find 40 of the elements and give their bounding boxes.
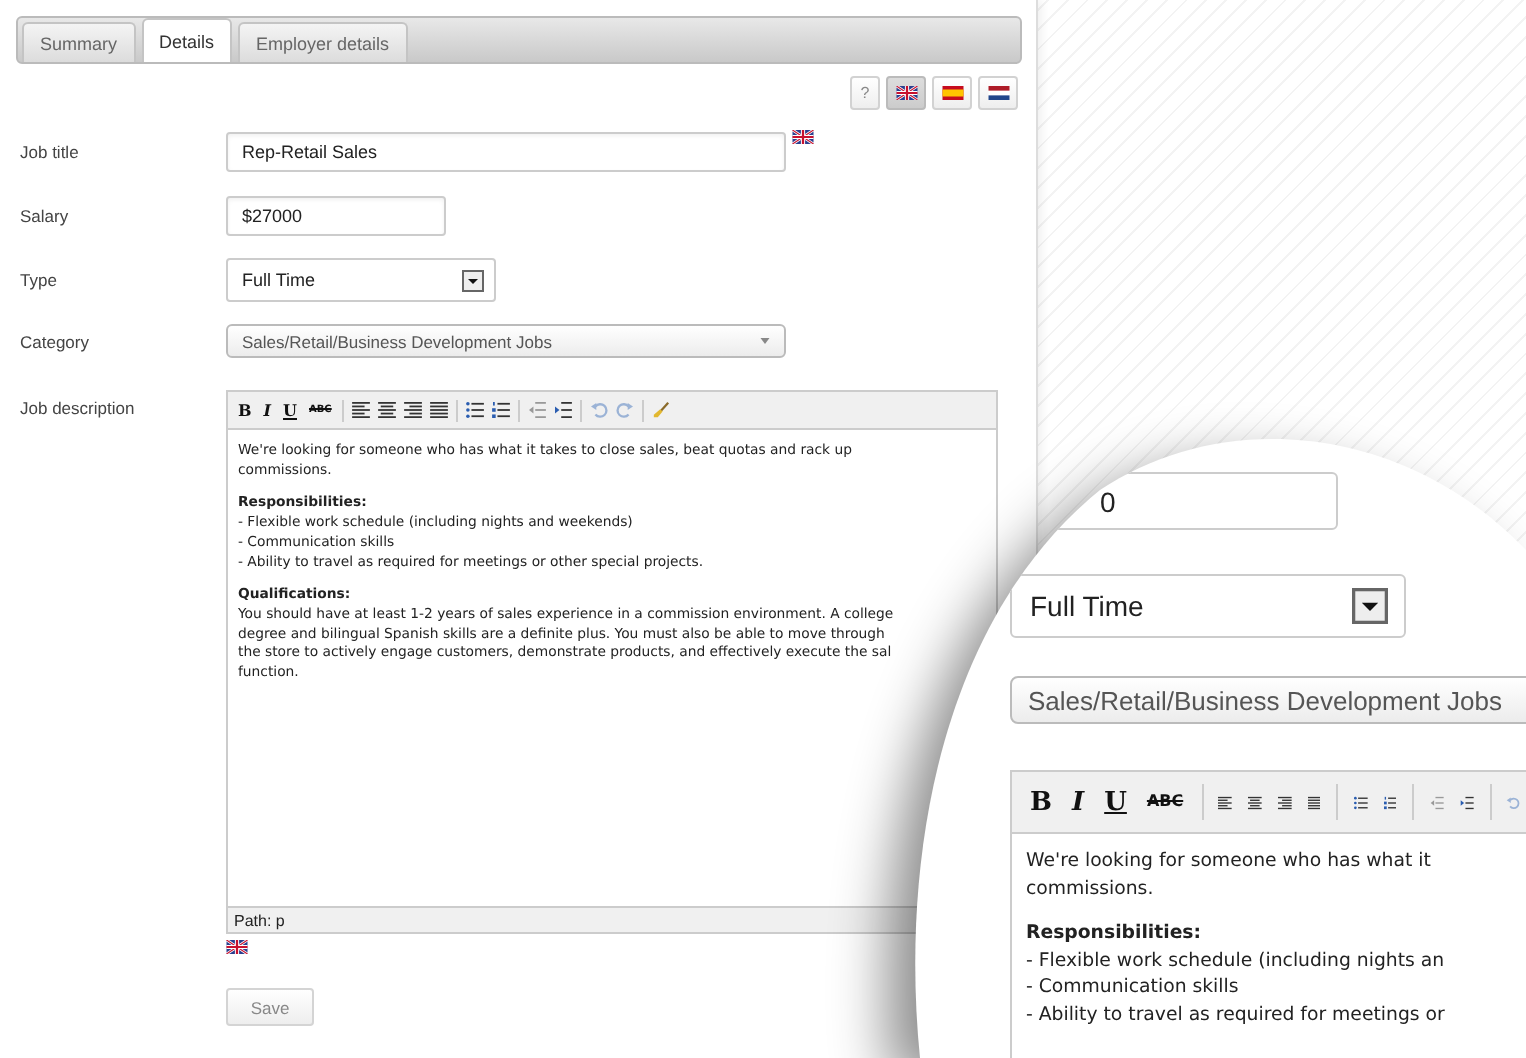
description-text: - Flexible work schedule (including nights an - Communication skills - Ability to travel as required for meetings or	[1026, 947, 1447, 1028]
language-button[interactable]	[886, 76, 926, 110]
numbered-list-icon[interactable]	[491, 402, 510, 418]
select-field[interactable]: Full Time	[226, 258, 496, 302]
uk-flag-icon	[895, 86, 917, 100]
section-heading: Responsibilities:	[1026, 920, 1204, 947]
field-label: Type	[20, 270, 59, 290]
align-center-icon[interactable]	[377, 402, 396, 418]
justify-icon[interactable]	[429, 402, 448, 418]
indent-icon[interactable]	[553, 402, 572, 418]
field-label: Category	[20, 331, 91, 351]
spain-flag-icon	[941, 86, 963, 100]
description-text: We're looking for someone who has what it commissions.	[1026, 848, 1433, 902]
language-button[interactable]	[932, 76, 972, 110]
brush-icon[interactable]	[651, 402, 670, 418]
dropdown-field[interactable]: Sales/Retail/Business Development Jobs	[226, 324, 786, 358]
format-button[interactable]: I	[1070, 789, 1087, 815]
bullet-list-icon[interactable]	[465, 402, 484, 418]
format-button[interactable]: U	[1102, 789, 1129, 815]
caret-icon	[760, 338, 770, 344]
tab[interactable]: Summary	[22, 22, 136, 62]
netherlands-flag-icon	[987, 86, 1009, 100]
element-path: Path: p	[234, 911, 285, 929]
format-button[interactable]: U	[281, 402, 299, 418]
format-button[interactable]: B	[1028, 789, 1054, 815]
tab[interactable]: Details	[141, 18, 233, 62]
text-field[interactable]: $27000	[226, 196, 446, 236]
format-button[interactable]: I	[261, 402, 274, 418]
language-button[interactable]	[978, 76, 1018, 110]
field-label: Job description	[20, 398, 137, 418]
align-left-icon[interactable]	[351, 402, 370, 418]
align-right-icon[interactable]	[403, 402, 422, 418]
tab[interactable]: Employer details	[238, 22, 408, 62]
text-field[interactable]: Rep-Retail Sales	[226, 132, 786, 172]
format-button[interactable]: ABC	[1144, 794, 1186, 810]
format-button[interactable]: B	[236, 402, 254, 418]
field-label: Job title	[20, 142, 81, 162]
select-field: Full Time	[1010, 574, 1406, 638]
dropdown-field: Sales/Retail/Business Development Jobs	[1010, 676, 1526, 724]
field-label: Salary	[20, 206, 71, 226]
